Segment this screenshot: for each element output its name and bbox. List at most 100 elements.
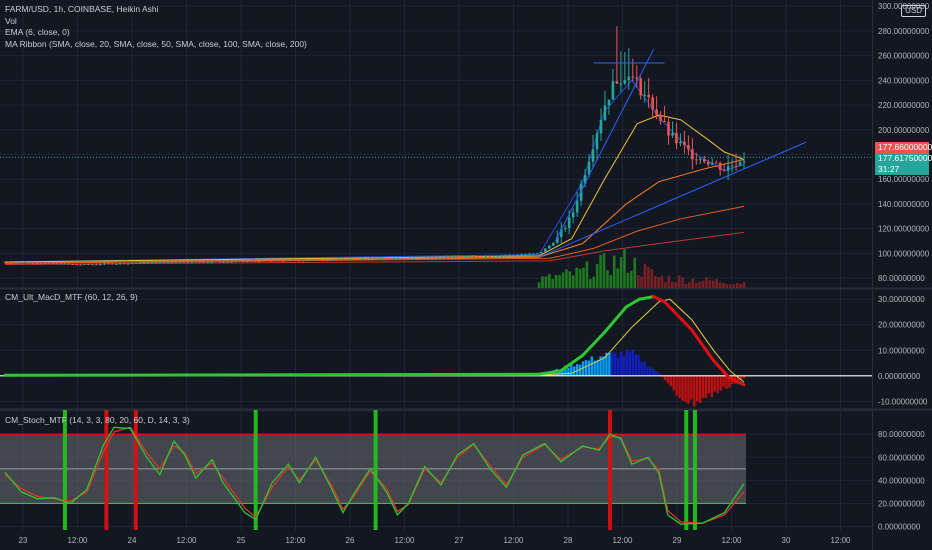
macd-histogram-bar (640, 362, 643, 376)
candle-body (440, 257, 444, 259)
macd-histogram-bar (652, 368, 655, 376)
candle-body (43, 263, 47, 265)
volume-bar (657, 276, 660, 288)
volume-bar (739, 283, 742, 288)
macd-histogram-bar (690, 375, 693, 400)
candle-body (95, 264, 98, 266)
candle-body (329, 259, 333, 261)
legend-symbol[interactable]: FARM/USD, 1h, COINBASE, Heikin Ashi (5, 4, 307, 16)
candle-body (603, 105, 607, 121)
candle-body (389, 258, 392, 260)
candle-body (695, 159, 698, 161)
volume-bar (732, 284, 736, 288)
time-tick-label: 23 (19, 536, 28, 545)
candle-body (639, 78, 643, 96)
macd-histogram-bar (693, 375, 696, 407)
volume-bar (715, 279, 718, 288)
candle-body (365, 258, 368, 260)
macd-histogram-bar (614, 352, 617, 376)
candle-body (345, 258, 348, 260)
candle-body (643, 94, 646, 96)
candle-body (146, 262, 150, 264)
candle-body (492, 256, 496, 258)
candle-body (397, 257, 400, 259)
candle-body (675, 132, 678, 144)
volume-bar (589, 279, 592, 288)
candle-body (154, 262, 158, 264)
macd-histogram-bar (631, 349, 634, 376)
candle-body (214, 261, 217, 263)
candle-body (269, 260, 273, 262)
candle-body (508, 254, 511, 256)
candle-body (317, 259, 321, 261)
volume-bar (681, 277, 684, 288)
volume-bar (684, 283, 688, 288)
candle-body (651, 97, 654, 110)
legend-ma-ribbon[interactable]: MA Ribbon (SMA, close, 20, SMA, close, 5… (5, 39, 307, 51)
volume-bar (688, 282, 691, 288)
candle-body (691, 149, 694, 160)
candle-body (218, 261, 221, 263)
price-tick-label: 160.00000000 (878, 175, 930, 184)
candle-body (456, 256, 460, 258)
candle-body (305, 260, 309, 262)
candle-body (444, 256, 448, 258)
candle-body (289, 260, 293, 262)
price-tick-label: 120.00000000 (878, 225, 930, 234)
candle-body (114, 263, 118, 265)
volume-bar (691, 278, 695, 288)
stoch-legend[interactable]: CM_Stoch_MTF (14, 3, 3, 80, 20, 60, D, 1… (5, 415, 190, 427)
candle-body (250, 260, 253, 262)
candle-body (55, 263, 58, 265)
stoch-signal-buy (692, 410, 697, 530)
candle-body (567, 217, 571, 229)
candle-body (671, 132, 674, 136)
stoch-signal-sell (607, 410, 612, 530)
volume-bar (554, 274, 558, 288)
currency-button[interactable]: USD (901, 5, 926, 17)
candle-body (571, 212, 575, 218)
legend-volume[interactable]: Vol (5, 16, 307, 28)
candle-body (226, 261, 229, 263)
price-tick-label: 200.00000000 (878, 126, 930, 135)
volume-bar (619, 257, 623, 288)
candle-body (385, 258, 388, 260)
macd-legend[interactable]: CM_Ult_MacD_MTF (60, 12, 26, 9) (5, 292, 138, 304)
candle-body (373, 258, 376, 260)
price-tick-label: 240.00000000 (878, 76, 930, 85)
tradingview-chart[interactable]: 80.00000000 100.00000000 120.00000000 140.0… (0, 0, 932, 550)
macd-histogram-bar (707, 375, 711, 394)
price-tick-label: 80.00000000 (878, 274, 925, 283)
candle-body (647, 94, 650, 98)
stoch-signal-sell (104, 410, 109, 530)
volume-bar (541, 276, 544, 288)
candle-body (722, 170, 726, 172)
candle-body (257, 261, 261, 263)
volume-bar (660, 275, 664, 288)
candle-body (575, 200, 579, 213)
candle-body (178, 261, 182, 263)
legend-ema[interactable]: EMA (6, close, 0) (5, 27, 307, 39)
candle-body (110, 263, 114, 265)
candle-body (552, 243, 555, 246)
candle-body (15, 262, 19, 264)
candle-body (536, 253, 539, 255)
ma-ribbon (4, 79, 745, 265)
candle-body (194, 261, 198, 263)
candle-body (63, 263, 66, 265)
macd-histogram-bar (596, 359, 599, 376)
candle-body (321, 260, 325, 262)
volume-bar (537, 282, 541, 288)
volume-bar (558, 275, 561, 288)
candle-body (520, 254, 523, 256)
candle-body (504, 255, 507, 257)
candle-body (663, 121, 666, 123)
candle-body (472, 256, 476, 258)
price-tick-label: 100.00000000 (878, 249, 930, 258)
price-tick-label: 40.00000000 (878, 476, 925, 485)
candle-body (528, 253, 531, 255)
macd-histogram-bar (663, 375, 667, 381)
candle-body (186, 262, 190, 264)
chart-canvas[interactable]: 80.00000000 100.00000000 120.00000000 140.0… (0, 0, 932, 550)
candle-body (702, 159, 706, 162)
